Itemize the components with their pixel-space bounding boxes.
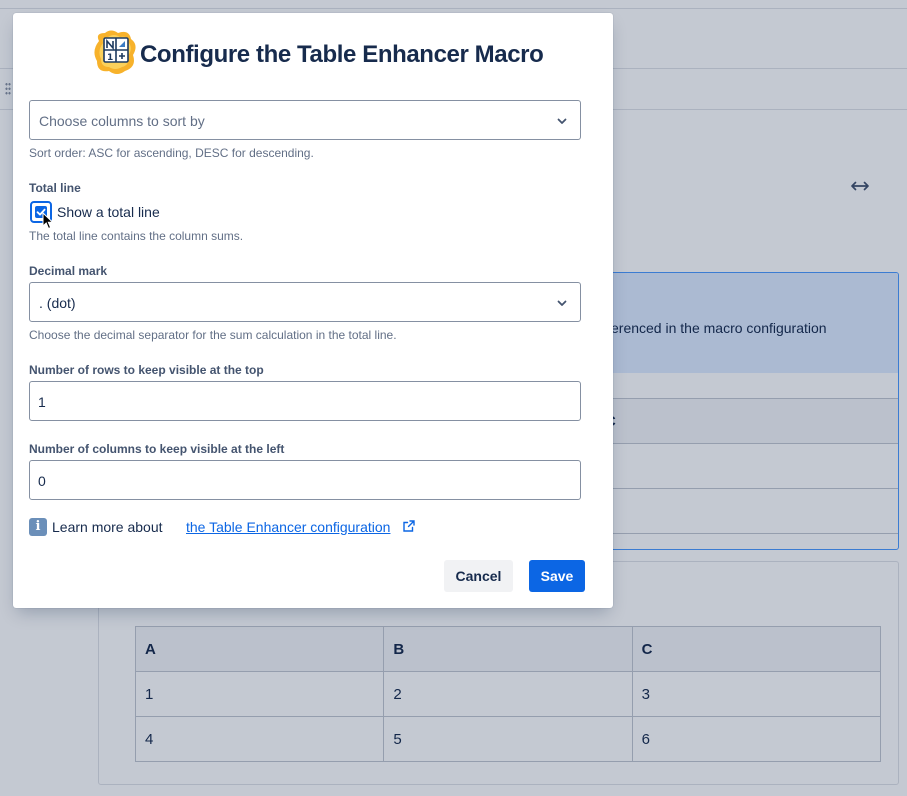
decimal-mark-label: Decimal mark — [29, 264, 108, 278]
rows-visible-label: Number of rows to keep visible at the to… — [29, 363, 264, 377]
save-button[interactable]: Save — [529, 560, 585, 592]
sort-columns-select[interactable]: Choose columns to sort by — [29, 100, 581, 140]
svg-text:1: 1 — [107, 53, 113, 63]
chevron-down-icon — [557, 300, 567, 306]
columns-visible-value: 0 — [38, 473, 46, 489]
external-link-icon[interactable] — [402, 519, 416, 533]
configure-macro-dialog: 1 Configure the Table Enhancer Macro Cho… — [13, 13, 613, 608]
decimal-mark-value: . (dot) — [39, 295, 76, 311]
configuration-docs-link[interactable]: the Table Enhancer configuration — [186, 519, 390, 535]
table-enhancer-logo-icon: 1 — [94, 30, 136, 74]
columns-visible-label: Number of columns to keep visible at the… — [29, 442, 285, 456]
rows-visible-value: 1 — [38, 394, 46, 410]
columns-visible-input[interactable]: 0 — [29, 460, 581, 500]
decimal-mark-select[interactable]: . (dot) — [29, 282, 581, 322]
info-icon: i — [29, 518, 47, 536]
cancel-button[interactable]: Cancel — [444, 560, 513, 592]
dialog-header: 1 Configure the Table Enhancer Macro — [13, 13, 613, 93]
rows-visible-input[interactable]: 1 — [29, 381, 581, 421]
show-total-line-label[interactable]: Show a total line — [57, 204, 160, 220]
mouse-pointer-icon — [42, 212, 54, 230]
total-line-label: Total line — [29, 181, 81, 195]
total-line-helper-text: The total line contains the column sums. — [29, 229, 244, 243]
sort-helper-text: Sort order: ASC for ascending, DESC for … — [29, 146, 314, 160]
learn-more-text: Learn more about — [52, 519, 163, 535]
dialog-title: Configure the Table Enhancer Macro — [140, 41, 544, 68]
sort-columns-placeholder: Choose columns to sort by — [39, 113, 205, 129]
decimal-mark-helper-text: Choose the decimal separator for the sum… — [29, 328, 397, 342]
chevron-down-icon — [557, 118, 567, 124]
